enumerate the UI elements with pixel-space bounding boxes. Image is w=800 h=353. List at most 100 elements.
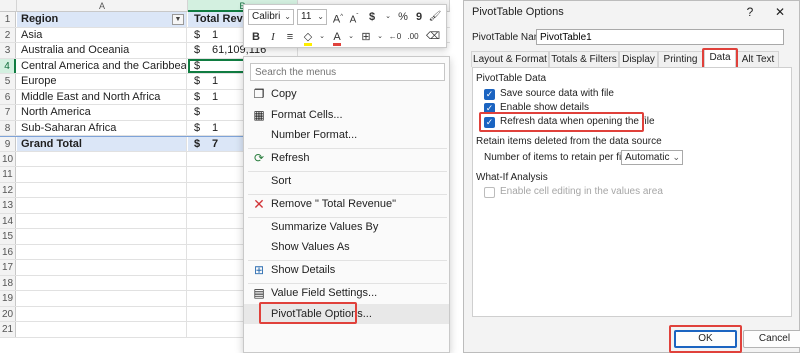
chevron-down-icon[interactable]: ⌄ [344,29,358,45]
chevron-down-icon[interactable]: ⌄ [373,29,387,45]
region-cell[interactable]: Central America and the Caribbean [17,58,187,73]
row-number[interactable]: 17 [0,260,16,275]
tab-layout-format[interactable]: Layout & Format [471,51,549,67]
cell[interactable] [17,306,187,321]
menu-item-refresh[interactable]: ⟳ Refresh [244,148,449,168]
cell[interactable] [17,275,187,290]
menu-item-label: Format Cells... [271,109,343,121]
tab-display[interactable]: Display [619,51,658,67]
menu-item-label: Show Values As [271,241,350,253]
font-size-select[interactable]: 11 ⌄ [297,9,327,25]
menu-item-summarize-values[interactable]: Summarize Values By [244,217,449,237]
region-cell[interactable]: Middle East and North Africa [17,89,187,104]
tab-printing[interactable]: Printing [658,51,703,67]
region-cell[interactable]: Asia [17,27,187,42]
cell[interactable] [17,182,187,197]
menu-item-show-details[interactable]: ⊞ Show Details [244,260,449,280]
row-number[interactable]: 12 [0,182,16,197]
tab-totals-filters[interactable]: Totals & Filters [549,51,619,67]
currency-symbol: $ [194,138,201,150]
row-number[interactable]: 13 [0,198,16,213]
cell[interactable] [17,322,187,337]
format-painter-icon[interactable]: 🖌 [428,9,442,25]
row-number[interactable]: 3 [0,43,16,58]
cell[interactable] [17,198,187,213]
highlight-box [479,112,644,132]
menu-search-input[interactable] [250,63,445,81]
decrease-decimal-icon[interactable]: .00 [406,29,420,45]
italic-button[interactable]: I [266,29,280,45]
row-number[interactable]: 16 [0,244,16,259]
menu-item-format-cells[interactable]: ▦ Format Cells... [244,105,449,125]
pivottable-options-dialog: PivotTable Options ? ✕ PivotTable Name: … [463,0,800,353]
region-header-cell[interactable]: Region ▼ [17,12,187,27]
menu-item-sort[interactable]: Sort [244,171,449,191]
row-number[interactable]: 1 [0,12,16,27]
font-name-value: Calibri [252,11,281,22]
group-label-pivottable-data: PivotTable Data [476,73,547,84]
percent-style-icon[interactable]: % [396,9,410,25]
bold-button[interactable]: B [249,29,263,45]
font-color-icon[interactable]: A [330,29,344,46]
row-number[interactable]: 14 [0,213,16,228]
comma-style-icon[interactable]: 9 [412,9,426,25]
currency-symbol: $ [194,59,201,72]
row-number[interactable]: 8 [0,120,16,135]
font-name-select[interactable]: Calibri ⌄ [248,9,294,25]
enable-cell-editing-checkbox[interactable] [484,187,495,198]
row-number[interactable]: 21 [0,322,16,337]
menu-item-number-format[interactable]: Number Format... [244,125,449,145]
fill-color-icon[interactable]: ◇ [301,29,315,46]
row-number[interactable]: 9 [0,137,16,151]
decrease-font-icon[interactable]: Aˇ [347,9,361,25]
menu-item-value-field-settings[interactable]: ▤ Value Field Settings... [244,283,449,303]
pivottable-name-input[interactable] [536,29,784,45]
borders-icon[interactable]: ⊞ [359,29,373,45]
menu-item-label: Sort [271,175,292,187]
menu-item-show-values-as[interactable]: Show Values As [244,237,449,257]
row-number[interactable]: 4 [0,58,16,73]
cell[interactable] [17,291,187,306]
region-cell[interactable]: North America [17,105,187,120]
region-cell[interactable]: Australia and Oceania [17,43,187,58]
row-number[interactable]: 7 [0,105,16,120]
cell[interactable] [17,260,187,275]
retain-items-select[interactable]: Automatic ⌄ [621,150,683,165]
cell[interactable] [17,213,187,228]
increase-font-icon[interactable]: A^ [331,9,345,26]
currency-symbol: $ [194,75,201,87]
row-number[interactable]: 5 [0,74,16,89]
row-number[interactable]: 20 [0,306,16,321]
row-number[interactable]: 6 [0,89,16,104]
row-number[interactable]: 11 [0,167,16,182]
filter-dropdown-icon[interactable]: ▼ [172,14,184,25]
cell[interactable] [17,244,187,259]
row-number[interactable]: 18 [0,275,16,290]
menu-item-copy[interactable]: ❐ Copy [244,84,449,104]
save-source-checkbox[interactable]: ✓ [484,89,495,100]
tab-alt-text[interactable]: Alt Text [737,51,779,67]
increase-decimal-icon[interactable]: ←0 [388,29,402,45]
grand-total-label[interactable]: Grand Total [17,137,187,151]
clear-format-icon[interactable]: ⌫ [426,29,440,45]
currency-format-icon[interactable]: $ [365,9,379,25]
row-number[interactable]: 2 [0,27,16,42]
chevron-down-icon[interactable]: ⌄ [315,29,329,45]
region-cell[interactable]: Europe [17,74,187,89]
close-button[interactable]: ✕ [770,4,790,20]
cell[interactable] [17,229,187,244]
cell[interactable] [17,167,187,182]
row-number[interactable]: 15 [0,229,16,244]
region-cell[interactable]: Sub-Saharan Africa [17,120,187,135]
align-center-icon[interactable]: ≡ [283,29,297,45]
dialog-titlebar[interactable]: PivotTable Options ? ✕ [464,1,799,23]
chevron-down-icon[interactable]: ⌄ [381,9,395,25]
help-button[interactable]: ? [740,4,760,20]
select-all-corner[interactable] [0,0,17,12]
cancel-button[interactable]: Cancel [743,330,800,348]
cell[interactable] [17,151,187,166]
column-header-a[interactable]: A [17,0,188,12]
menu-item-remove[interactable]: ✕ Remove " Total Revenue" [244,194,449,214]
row-number[interactable]: 19 [0,291,16,306]
row-number[interactable]: 10 [0,151,16,166]
